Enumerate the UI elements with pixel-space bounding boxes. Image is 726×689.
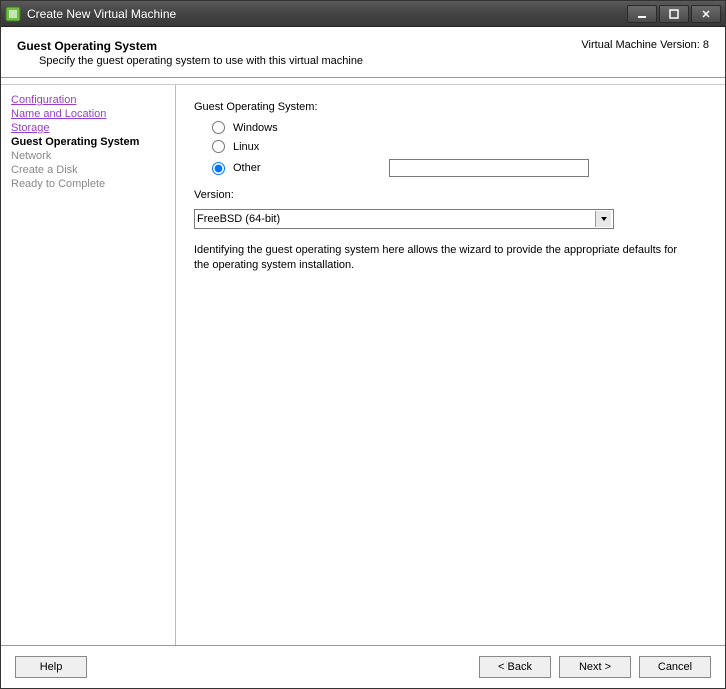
radio-linux[interactable]	[212, 140, 225, 153]
main-panel: Guest Operating System: Windows Linux Ot…	[176, 85, 725, 645]
sidebar-item-network: Network	[7, 149, 169, 163]
sidebar-item-name-location[interactable]: Name and Location	[7, 107, 169, 121]
maximize-button[interactable]	[659, 5, 689, 23]
sidebar-item-configuration[interactable]: Configuration	[7, 93, 169, 107]
close-button[interactable]	[691, 5, 721, 23]
version-dropdown-value: FreeBSD (64-bit)	[197, 213, 280, 225]
sidebar-item-guest-os: Guest Operating System	[7, 135, 169, 149]
cancel-button[interactable]: Cancel	[639, 656, 711, 678]
wizard-footer: Help < Back Next > Cancel	[1, 645, 725, 688]
help-button[interactable]: Help	[15, 656, 87, 678]
radio-row-windows: Windows	[212, 121, 707, 134]
titlebar: Create New Virtual Machine	[1, 1, 725, 27]
window-controls	[627, 5, 721, 23]
wizard-body: Configuration Name and Location Storage …	[1, 84, 725, 645]
version-section: Version: FreeBSD (64-bit)	[194, 189, 707, 229]
wizard-header: Guest Operating System Specify the guest…	[1, 27, 725, 78]
back-button[interactable]: < Back	[479, 656, 551, 678]
app-icon	[5, 6, 21, 22]
guest-os-radio-group: Windows Linux Other	[212, 121, 707, 177]
next-button[interactable]: Next >	[559, 656, 631, 678]
wizard-sidebar: Configuration Name and Location Storage …	[1, 85, 176, 645]
sidebar-item-storage[interactable]: Storage	[7, 121, 169, 135]
window-title: Create New Virtual Machine	[27, 7, 627, 21]
radio-row-other: Other	[212, 159, 707, 177]
info-text: Identifying the guest operating system h…	[194, 243, 684, 274]
version-label: Version:	[194, 189, 707, 201]
radio-windows-label: Windows	[233, 122, 278, 134]
page-title: Guest Operating System	[17, 39, 581, 53]
chevron-down-icon	[595, 211, 611, 227]
radio-linux-label: Linux	[233, 141, 259, 153]
version-dropdown[interactable]: FreeBSD (64-bit)	[194, 209, 614, 229]
sidebar-item-create-disk: Create a Disk	[7, 163, 169, 177]
wizard-window: Create New Virtual Machine Guest Operati…	[0, 0, 726, 689]
radio-other[interactable]	[212, 162, 225, 175]
guest-os-label: Guest Operating System:	[194, 101, 707, 113]
page-subtitle: Specify the guest operating system to us…	[39, 55, 581, 67]
sidebar-item-ready: Ready to Complete	[7, 177, 169, 191]
radio-row-linux: Linux	[212, 140, 707, 153]
other-text-input[interactable]	[389, 159, 589, 177]
radio-windows[interactable]	[212, 121, 225, 134]
radio-other-label: Other	[233, 162, 261, 174]
minimize-button[interactable]	[627, 5, 657, 23]
vm-version-label: Virtual Machine Version: 8	[581, 39, 709, 51]
